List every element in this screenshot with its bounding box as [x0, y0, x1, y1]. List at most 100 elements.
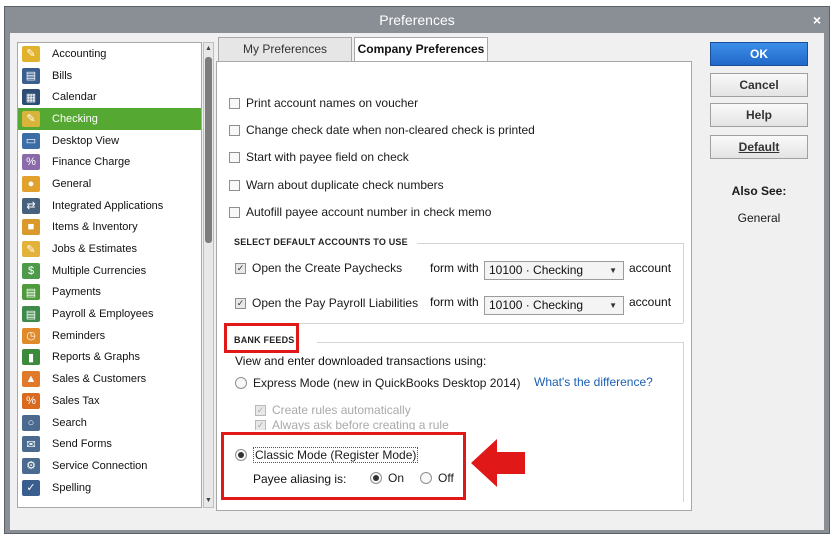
sidebar-item-multiple-currencies[interactable]: $ Multiple Currencies — [18, 260, 201, 282]
chevron-down-icon: ▼ — [609, 266, 617, 275]
checkbox-warn-duplicate[interactable]: Warn about duplicate check numbers — [229, 178, 444, 192]
sidebar-item-label: Service Connection — [52, 459, 148, 472]
radio-express-mode[interactable]: Express Mode (new in QuickBooks Desktop … — [235, 376, 520, 390]
tab-company-preferences[interactable]: Company Preferences — [354, 37, 488, 62]
select-value: 10100 · Checking — [489, 263, 584, 277]
divider — [417, 243, 683, 244]
chevron-down-icon: ▼ — [609, 301, 617, 310]
scroll-up-icon[interactable]: ▲ — [204, 43, 213, 55]
sidebar-item-accounting[interactable]: ✎ Accounting — [18, 43, 201, 65]
sidebar-item-label: Desktop View — [52, 134, 120, 147]
sidebar-item-sales-tax[interactable]: % Sales Tax — [18, 390, 201, 412]
cancel-button[interactable]: Cancel — [710, 73, 808, 97]
select-value: 10100 · Checking — [489, 298, 584, 312]
reminders-icon: ◷ — [22, 327, 40, 344]
form-with-label: form with — [430, 295, 479, 309]
sidebar-item-label: Multiple Currencies — [52, 264, 147, 277]
sidebar-item-label: Search — [52, 416, 87, 429]
divider — [683, 243, 684, 323]
scroll-thumb[interactable] — [205, 57, 212, 243]
checkbox-pay-payroll-liabilities[interactable]: ✓ Open the Pay Payroll Liabilities — [235, 296, 418, 310]
sidebar-item-reminders[interactable]: ◷ Reminders — [18, 325, 201, 347]
checkbox-always-ask[interactable]: ✓ Always ask before creating a rule — [255, 420, 449, 430]
checkbox-box[interactable] — [229, 97, 240, 109]
also-see-general-link[interactable]: General — [710, 211, 808, 225]
help-button[interactable]: Help — [710, 103, 808, 127]
sidebar-item-label: Bills — [52, 69, 73, 82]
whats-the-difference-link[interactable]: What's the difference? — [534, 375, 653, 389]
sidebar-item-checking[interactable]: ✎ Checking — [18, 108, 201, 130]
sidebar-item-general[interactable]: ● General — [18, 173, 201, 195]
form-with-label: form with — [430, 261, 479, 275]
checking-icon: ✎ — [22, 110, 40, 127]
checkbox-box[interactable] — [229, 151, 240, 163]
accounting-icon: ✎ — [22, 45, 40, 62]
sales-tax-icon: % — [22, 392, 40, 409]
checkbox-box[interactable] — [229, 179, 240, 191]
sidebar-item-spelling[interactable]: ✓ Spelling — [18, 477, 201, 499]
sidebar-item-service-connection[interactable]: ⚙ Service Connection — [18, 455, 201, 477]
close-icon[interactable]: × — [813, 7, 821, 33]
default-button[interactable]: Default — [710, 135, 808, 159]
payroll-liabilities-account-select[interactable]: 10100 · Checking ▼ — [484, 296, 624, 315]
sidebar-scrollbar[interactable]: ▲ ▼ — [203, 42, 214, 508]
sidebar-item-payroll-employees[interactable]: ▤ Payroll & Employees — [18, 303, 201, 325]
preferences-sidebar: ✎ Accounting ▤ Bills ▦ Calendar ✎ Checking ▭ Desk… — [17, 42, 202, 508]
sales-customers-icon: ▲ — [22, 371, 40, 388]
account-suffix: account — [629, 295, 672, 309]
checkbox-box[interactable]: ✓ — [235, 297, 246, 309]
sidebar-list: ✎ Accounting ▤ Bills ▦ Calendar ✎ Checking ▭ Desk… — [18, 43, 201, 498]
checkbox-start-with-payee[interactable]: Start with payee field on check — [229, 150, 409, 164]
tab-my-preferences[interactable]: My Preferences — [218, 37, 352, 61]
checkbox-box[interactable] — [229, 206, 240, 218]
checkbox-box[interactable]: ✓ — [255, 420, 266, 430]
sidebar-item-label: Payroll & Employees — [52, 308, 154, 321]
sidebar-item-payments[interactable]: ▤ Payments — [18, 282, 201, 304]
send-forms-icon: ✉ — [22, 436, 40, 453]
sidebar-item-jobs-estimates[interactable]: ✎ Jobs & Estimates — [18, 238, 201, 260]
sidebar-item-label: General — [52, 177, 92, 190]
checkbox-change-check-date[interactable]: Change check date when non-cleared check… — [229, 123, 535, 137]
sidebar-item-integrated-applications[interactable]: ⇄ Integrated Applications — [18, 195, 201, 217]
spelling-icon: ✓ — [22, 479, 40, 496]
sidebar-item-bills[interactable]: ▤ Bills — [18, 65, 201, 87]
integrated-apps-icon: ⇄ — [22, 197, 40, 214]
checkbox-label: Autofill payee account number in check m… — [246, 205, 492, 219]
items-inventory-icon: ■ — [22, 219, 40, 236]
checkbox-box[interactable]: ✓ — [255, 404, 266, 416]
checkbox-create-paychecks[interactable]: ✓ Open the Create Paychecks — [235, 261, 402, 275]
multiple-currencies-icon: $ — [22, 262, 40, 279]
checkbox-label: Open the Create Paychecks — [252, 261, 403, 275]
payments-icon: ▤ — [22, 284, 40, 301]
sidebar-item-calendar[interactable]: ▦ Calendar — [18, 86, 201, 108]
checkbox-label: Warn about duplicate check numbers — [246, 178, 444, 192]
sidebar-item-desktop-view[interactable]: ▭ Desktop View — [18, 130, 201, 152]
bank-feeds-highlight-box — [224, 323, 299, 353]
sidebar-item-label: Send Forms — [52, 438, 112, 451]
sidebar-item-finance-charge[interactable]: % Finance Charge — [18, 151, 201, 173]
checkbox-autofill-payee[interactable]: Autofill payee account number in check m… — [229, 205, 491, 219]
checkbox-print-account-names[interactable]: Print account names on voucher — [229, 96, 418, 110]
sidebar-item-items-inventory[interactable]: ■ Items & Inventory — [18, 217, 201, 239]
checkbox-box[interactable] — [229, 124, 240, 136]
sidebar-item-sales-customers[interactable]: ▲ Sales & Customers — [18, 368, 201, 390]
sidebar-item-label: Calendar — [52, 91, 97, 104]
sidebar-item-send-forms[interactable]: ✉ Send Forms — [18, 433, 201, 455]
red-arrow-icon — [469, 437, 527, 489]
radio-label: Express Mode (new in QuickBooks Desktop … — [253, 376, 521, 390]
checkbox-create-rules[interactable]: ✓ Create rules automatically — [255, 403, 411, 417]
ok-button[interactable]: OK — [710, 42, 808, 66]
sidebar-item-label: Checking — [52, 112, 98, 125]
divider — [683, 342, 684, 502]
tab-company-preferences-label: Company Preferences — [357, 42, 485, 56]
radio-button[interactable] — [235, 377, 247, 389]
classic-mode-highlight-box — [221, 432, 466, 500]
sidebar-item-search[interactable]: ○ Search — [18, 412, 201, 434]
sidebar-item-reports-graphs[interactable]: ▮ Reports & Graphs — [18, 347, 201, 369]
checkbox-box[interactable]: ✓ — [235, 262, 246, 274]
paychecks-account-select[interactable]: 10100 · Checking ▼ — [484, 261, 624, 280]
scroll-down-icon[interactable]: ▼ — [204, 495, 213, 507]
finance-charge-icon: % — [22, 154, 40, 171]
service-connection-icon: ⚙ — [22, 457, 40, 474]
bills-icon: ▤ — [22, 67, 40, 84]
